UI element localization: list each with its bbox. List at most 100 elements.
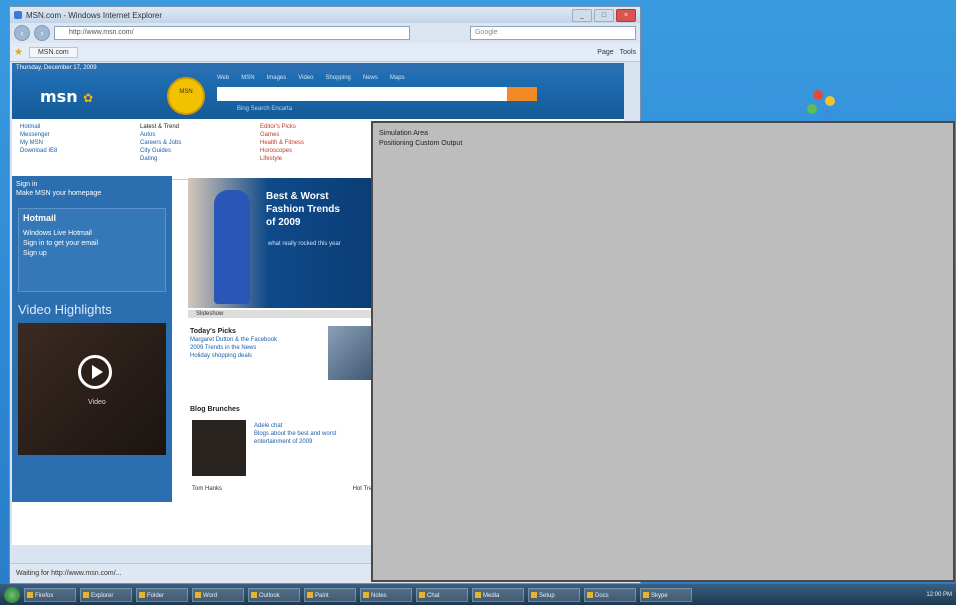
link-health[interactable]: Health & Fitness	[260, 139, 380, 147]
link-autos[interactable]: Autos	[140, 131, 260, 139]
left-column: Sign in Make MSN your homepage Hotmail W…	[12, 176, 172, 502]
nav-msn[interactable]: MSN	[241, 75, 254, 81]
video-player[interactable]: Video	[18, 323, 166, 455]
feature-title-line: of 2009	[266, 217, 301, 228]
taskbar-button[interactable]: Notes	[360, 587, 412, 602]
overlay-line-1: Simulation Area	[379, 130, 429, 137]
overlay-line-2: Positioning Custom Output	[379, 140, 463, 147]
tools-menu[interactable]: Tools	[620, 49, 636, 56]
nav-video[interactable]: Video	[298, 75, 313, 81]
taskbar-button[interactable]: Folder	[136, 587, 188, 602]
taskbar-button[interactable]: Outlook	[248, 587, 300, 602]
link-cityguides[interactable]: City Guides	[140, 147, 260, 155]
nav-shopping[interactable]: Shopping	[326, 75, 351, 81]
taskbar-button[interactable]: Skype	[640, 587, 692, 602]
blog-heading-text: Blog Brunches	[190, 406, 240, 413]
maximize-button[interactable]: □	[594, 8, 614, 22]
link-horoscopes[interactable]: Horoscopes	[260, 147, 380, 155]
today-link[interactable]: Holiday shopping deals	[190, 352, 340, 360]
back-icon[interactable]: ‹	[14, 25, 30, 41]
blog-line: Blogs about the best and worst	[254, 431, 337, 437]
link-careers[interactable]: Careers & Jobs	[140, 139, 260, 147]
taskbar: Firefox Explorer Folder Word Outlook Pai…	[0, 584, 956, 605]
link-lifestyle[interactable]: Lifestyle	[260, 155, 380, 163]
overlay-window[interactable]: Simulation Area Positioning Custom Outpu…	[371, 121, 955, 582]
col2-heading: Latest & Trend	[140, 124, 180, 130]
favorites-star-icon[interactable]: ★	[14, 47, 23, 58]
favorites-row: ★ MSN.com Page Tools	[10, 43, 640, 62]
search-sublinks[interactable]: Bing Search Encarta	[237, 106, 292, 112]
blog-link[interactable]: Adele chat	[254, 422, 384, 430]
msn-search-button[interactable]	[507, 87, 537, 101]
links-col-3: Editor's Picks Games Health & Fitness Ho…	[260, 123, 380, 179]
feature-caption[interactable]: Slideshow	[188, 310, 388, 318]
feature-title-line: Best & Worst	[266, 191, 329, 202]
taskbar-button[interactable]: Firefox	[24, 587, 76, 602]
address-bar[interactable]: http://www.msn.com/	[54, 26, 410, 40]
play-icon[interactable]	[78, 355, 112, 389]
overlay-text: Simulation Area Positioning Custom Outpu…	[379, 129, 462, 149]
system-clock[interactable]: 12:00 PM	[926, 592, 952, 598]
ie-icon	[14, 11, 22, 19]
close-button[interactable]: ×	[616, 8, 636, 22]
nav-web[interactable]: Web	[217, 75, 229, 81]
taskbar-button[interactable]: Explorer	[80, 587, 132, 602]
link-messenger[interactable]: Messenger	[20, 131, 140, 139]
start-orb-icon[interactable]	[4, 586, 20, 603]
link-hotmail[interactable]: Hotmail	[20, 123, 140, 131]
minimize-button[interactable]: _	[572, 8, 592, 22]
date-strip: Thursday, December 17, 2009	[12, 63, 624, 73]
hotmail-line[interactable]: Windows Live Hotmail	[23, 229, 161, 239]
links-col-2: Latest & Trend Autos Careers & Jobs City…	[140, 123, 260, 179]
taskbar-button[interactable]: Media	[472, 587, 524, 602]
search-input[interactable]: Google	[470, 26, 636, 40]
taskbar-button[interactable]: Word	[192, 587, 244, 602]
todays-picks: Today's Picks Margaret Dutton & the Face…	[190, 328, 340, 360]
nav-images[interactable]: Images	[267, 75, 287, 81]
col3-heading: Editor's Picks	[260, 124, 296, 130]
signin-sub[interactable]: Make MSN your homepage	[16, 189, 168, 198]
taskbar-button[interactable]: Setup	[528, 587, 580, 602]
model-image	[214, 190, 250, 304]
blog-heading: Blog Brunches	[190, 406, 380, 413]
nav-maps[interactable]: Maps	[390, 75, 405, 81]
blog-text: Adele chat Blogs about the best and wors…	[254, 422, 384, 446]
hotmail-signup[interactable]: Sign up	[23, 249, 161, 259]
blog-line: entertainment of 2009	[254, 439, 313, 445]
forward-icon[interactable]: ›	[34, 25, 50, 41]
link-mymsn[interactable]: My MSN	[20, 139, 140, 147]
video-label: Video	[88, 399, 106, 406]
today-heading: Today's Picks	[190, 328, 236, 335]
taskbar-button[interactable]: Chat	[416, 587, 468, 602]
links-col-1: Hotmail Messenger My MSN Download IE8	[20, 123, 140, 179]
feature-slideshow[interactable]: Best & Worst Fashion Trends of 2009 what…	[188, 178, 388, 308]
msn-logo[interactable]: msn ✿	[40, 87, 93, 106]
taskbar-button[interactable]: Docs	[584, 587, 636, 602]
hotmail-box: Hotmail Windows Live Hotmail Sign in to …	[18, 208, 166, 292]
msn-badge[interactable]: MSN	[167, 77, 205, 115]
tab-msn[interactable]: MSN.com	[28, 46, 78, 58]
taskbar-button[interactable]: Paint	[304, 587, 356, 602]
link-dating[interactable]: Dating	[140, 155, 260, 163]
page-menu[interactable]: Page	[597, 49, 613, 56]
blog-foot-left[interactable]: Tom Hanks	[192, 486, 222, 492]
hotmail-line: Sign in to get your email	[23, 240, 99, 247]
blog-thumbnail[interactable]	[192, 420, 246, 476]
browser-titlebar: MSN.com - Windows Internet Explorer _ □ …	[10, 7, 640, 23]
today-link[interactable]: Margaret Dutton & the Facebook	[190, 336, 340, 344]
link-download[interactable]: Download IE8	[20, 147, 140, 155]
today-link[interactable]: 2009 Trends in the News	[190, 344, 340, 352]
hotmail-heading: Hotmail	[23, 213, 57, 223]
feature-sub: what really rocked this year	[268, 241, 341, 247]
browser-title: MSN.com - Windows Internet Explorer	[26, 10, 163, 20]
today-thumbnail[interactable]	[328, 326, 376, 380]
feature-title-line: Fashion Trends	[266, 204, 340, 215]
search-nav: Web MSN Images Video Shopping News Maps	[217, 75, 405, 81]
address-row: ‹ › http://www.msn.com/ Google	[10, 23, 640, 43]
nav-news[interactable]: News	[363, 75, 378, 81]
signin-box: Sign in Make MSN your homepage	[12, 176, 172, 202]
link-games[interactable]: Games	[260, 131, 380, 139]
signin-link[interactable]: Sign in	[16, 180, 168, 189]
date-text: Thursday, December 17, 2009	[16, 65, 97, 71]
msn-search-input[interactable]	[217, 87, 507, 101]
